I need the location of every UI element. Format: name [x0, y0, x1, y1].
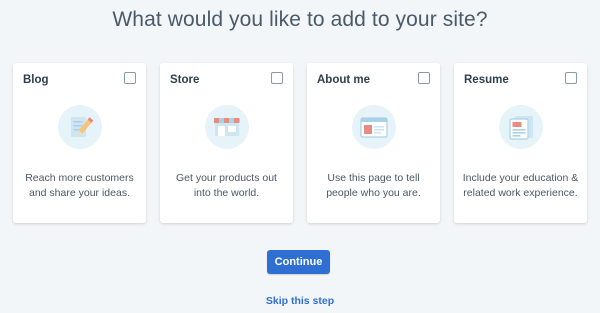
feature-cards: Blog Reach more customers and share your… [13, 63, 587, 223]
about-me-checkbox[interactable] [418, 72, 430, 84]
blog-checkbox[interactable] [124, 72, 136, 84]
continue-button[interactable]: Continue [267, 250, 330, 274]
card-blog[interactable]: Blog Reach more customers and share your… [13, 63, 146, 223]
resume-checkbox[interactable] [565, 72, 577, 84]
card-about-me[interactable]: About me Use this page to tell people wh… [307, 63, 440, 223]
storefront-icon [205, 105, 249, 149]
blog-pencil-icon [58, 105, 102, 149]
about-page-icon [352, 105, 396, 149]
page-title: What would you like to add to your site? [112, 8, 488, 31]
card-store[interactable]: Store Get your products out into the wor… [160, 63, 293, 223]
card-description: Use this page to tell people who you are… [326, 172, 421, 199]
skip-step-link[interactable]: Skip this step [0, 295, 600, 307]
card-title: Blog [23, 74, 49, 86]
card-title: Store [170, 74, 200, 86]
card-description: Reach more customers and share your idea… [25, 172, 134, 199]
resume-document-icon [499, 105, 543, 149]
card-title: About me [317, 74, 371, 86]
card-description: Include your education & related work ex… [462, 172, 579, 199]
card-description: Get your products out into the world. [176, 172, 277, 199]
card-resume[interactable]: Resume Include your education & related … [454, 63, 587, 223]
card-title: Resume [464, 74, 509, 86]
store-checkbox[interactable] [271, 72, 283, 84]
